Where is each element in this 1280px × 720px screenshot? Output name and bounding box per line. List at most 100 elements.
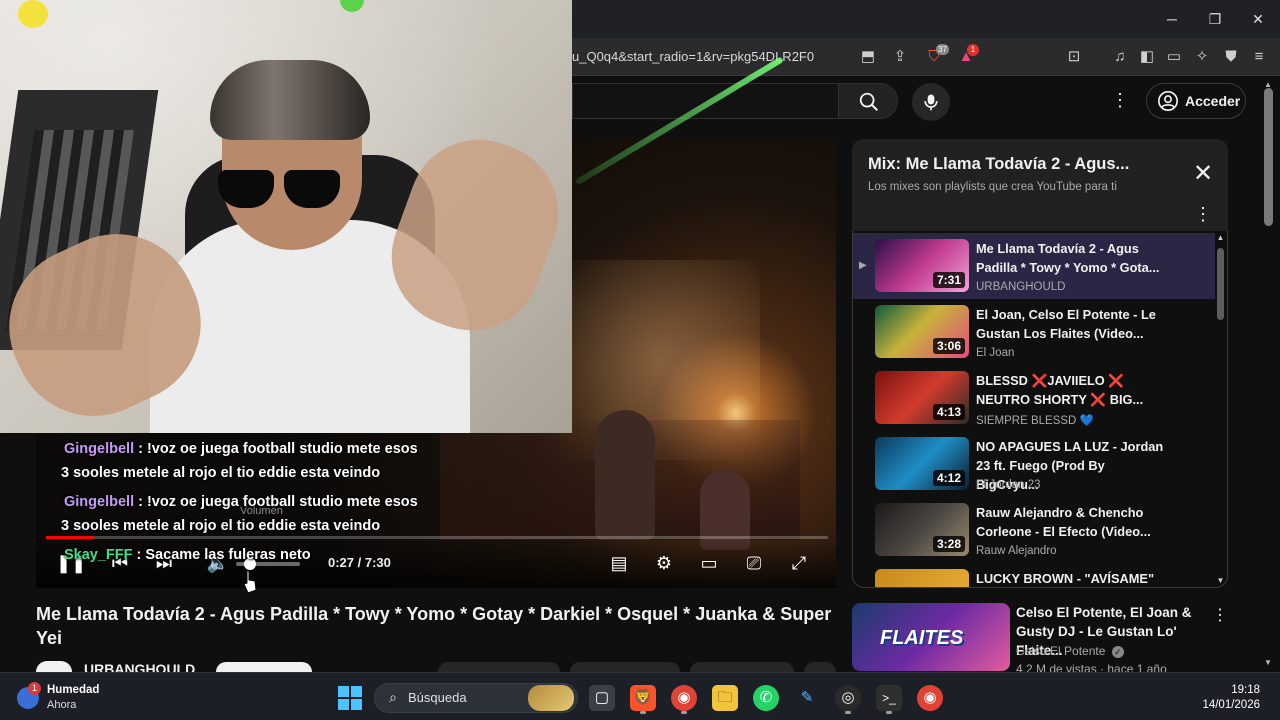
chrome-profile-icon[interactable]: ◉ bbox=[671, 685, 697, 711]
hand-cursor-icon bbox=[243, 570, 257, 594]
scroll-up-arrow-icon[interactable]: ▲ bbox=[1216, 233, 1225, 243]
search-button[interactable] bbox=[838, 83, 898, 119]
progress-bar[interactable] bbox=[46, 536, 828, 539]
playlist-item-title: LUCKY BROWN - "AVÍSAME" bbox=[976, 571, 1155, 586]
page-scrollbar-thumb[interactable] bbox=[1264, 88, 1273, 226]
chat-message-continuation: 3 sooles metele al rojo el tio eddie est… bbox=[61, 518, 381, 534]
close-window-button[interactable]: ✕ bbox=[1246, 9, 1270, 29]
time-display: 0:27 / 7:30 bbox=[328, 555, 391, 570]
chrome-icon[interactable]: ◉ bbox=[917, 685, 943, 711]
windows-logo-tile bbox=[338, 699, 349, 710]
playlist-item[interactable]: 3:28 Rauw Alejandro & Chencho Corleone -… bbox=[853, 497, 1215, 563]
obs-icon[interactable]: ◎ bbox=[835, 685, 861, 711]
settings-more-icon[interactable]: ⋮ bbox=[1110, 90, 1130, 112]
taskbar-search-placeholder: Búsqueda bbox=[408, 690, 467, 705]
sunglasses-lens bbox=[284, 170, 340, 208]
clock-time[interactable]: 19:18 bbox=[1190, 684, 1260, 696]
pen-icon[interactable]: ✎ bbox=[794, 685, 820, 711]
signin-button[interactable]: Acceder bbox=[1146, 83, 1246, 119]
playlist-more-icon[interactable]: ⋮ bbox=[1193, 202, 1213, 226]
wallet-icon[interactable]: ▭ bbox=[1164, 47, 1184, 67]
chat-message: Gingelbell : !voz oe juega football stud… bbox=[64, 494, 418, 510]
windows-logo-tile bbox=[351, 699, 362, 710]
file-explorer-icon[interactable]: 🗀 bbox=[712, 685, 738, 711]
playlist-thumbnail: 3:28 bbox=[875, 503, 969, 556]
sidebar-icon[interactable]: ◧ bbox=[1137, 47, 1157, 67]
playlist-item[interactable]: 4:13 BLESSD ❌JAVIIELO ❌ NEUTRO SHORTY ❌ … bbox=[853, 365, 1215, 431]
vpn-icon[interactable]: ⛊ bbox=[1221, 47, 1241, 67]
share-button[interactable] bbox=[570, 662, 680, 672]
brave-icon[interactable]: 🦁 bbox=[630, 685, 656, 711]
weather-subtitle: Ahora bbox=[47, 699, 77, 711]
duration-badge: 7:31 bbox=[932, 272, 965, 288]
fullscreen-button[interactable]: ⤢ bbox=[787, 551, 811, 575]
account-icon bbox=[1158, 91, 1178, 111]
thumbnail-text: FLAITES bbox=[880, 627, 964, 649]
voice-search-button[interactable] bbox=[912, 83, 950, 121]
recommendation-channel-name: Celso El Potente bbox=[1016, 644, 1106, 658]
playlist-item[interactable]: ▶ 7:31 Me Llama Todavía 2 - Agus Padilla… bbox=[853, 233, 1215, 299]
duration-badge: 3:06 bbox=[932, 338, 965, 354]
whatsapp-icon[interactable]: ✆ bbox=[753, 685, 779, 711]
install-app-icon[interactable]: ⬒ bbox=[858, 47, 878, 67]
duration-badge: 3:28 bbox=[932, 536, 965, 552]
task-view-icon[interactable]: ▢ bbox=[589, 685, 615, 711]
playlist-thumbnail: 7:31 bbox=[875, 239, 969, 292]
close-icon[interactable]: ✕ bbox=[1190, 161, 1216, 187]
webcam-overlay bbox=[0, 0, 572, 433]
playlist-item-title: Rauw Alejandro & Chencho Corleone - El E… bbox=[976, 505, 1151, 539]
clock-date[interactable]: 14/01/2026 bbox=[1190, 699, 1260, 711]
playlist-item-channel: URBANGHOULD bbox=[976, 281, 1066, 293]
playlist-thumbnail bbox=[875, 569, 969, 587]
subtitles-button[interactable]: ▤ bbox=[607, 551, 631, 575]
scroll-down-arrow-icon[interactable]: ▼ bbox=[1263, 658, 1273, 668]
weather-title[interactable]: Humedad bbox=[47, 684, 99, 696]
chat-message-continuation: 3 sooles metele al rojo el tio eddie est… bbox=[61, 465, 381, 481]
channel-avatar[interactable] bbox=[36, 661, 72, 672]
playlist-item[interactable]: 3:06 El Joan, Celso El Potente - Le Gust… bbox=[853, 299, 1215, 365]
recommendation-more-icon[interactable]: ⋮ bbox=[1211, 605, 1229, 625]
rewards-badge: 1 bbox=[967, 44, 979, 56]
playlist-item-channel: El Joan bbox=[976, 347, 1015, 359]
channel-name[interactable]: URBANGHOULD bbox=[84, 661, 195, 672]
playlist-item[interactable]: LUCKY BROWN - "AVÍSAME" bbox=[853, 563, 1215, 587]
scroll-down-arrow-icon[interactable]: ▼ bbox=[1216, 576, 1225, 586]
cast-button[interactable]: ⎚ bbox=[742, 551, 766, 575]
media-icon[interactable]: ♫ bbox=[1110, 47, 1130, 67]
playlist-item-channel: SIEMPRE BLESSD 💙 bbox=[976, 415, 1094, 427]
leo-ai-icon[interactable]: ✧ bbox=[1192, 47, 1212, 67]
settings-gear-icon[interactable]: ⚙ bbox=[652, 551, 676, 575]
playlist-thumbnail: 4:12 bbox=[875, 437, 969, 490]
like-button[interactable] bbox=[438, 662, 560, 672]
recommendation-thumbnail[interactable]: FLAITES bbox=[852, 603, 1010, 671]
terminal-icon[interactable]: >_ bbox=[876, 685, 902, 711]
maximize-button[interactable]: ❐ bbox=[1203, 9, 1227, 29]
shields-count-badge: 37 bbox=[936, 44, 949, 55]
playlist-item[interactable]: 4:12 NO APAGUES LA LUZ - Jordan 23 ft. F… bbox=[853, 431, 1215, 497]
microphone-icon bbox=[924, 94, 938, 111]
playlist-title[interactable]: Mix: Me Llama Todavía 2 - Agus... bbox=[868, 155, 1129, 174]
chat-username: Gingelbell bbox=[64, 494, 135, 510]
menu-icon[interactable]: ≡ bbox=[1249, 47, 1269, 67]
more-actions-button[interactable] bbox=[804, 662, 836, 672]
windows-logo-tile bbox=[351, 686, 362, 697]
playlist-thumbnail: 4:13 bbox=[875, 371, 969, 424]
share-icon[interactable]: ⇪ bbox=[890, 47, 910, 67]
playlist-item-title: El Joan, Celso El Potente - Le Gustan Lo… bbox=[976, 307, 1156, 341]
recommendation-channel[interactable]: Celso El Potente ✓ bbox=[1016, 644, 1124, 658]
download-button[interactable] bbox=[690, 662, 794, 672]
theater-mode-button[interactable]: ▭ bbox=[697, 551, 721, 575]
chat-text: : !voz oe juega football studio mete eso… bbox=[138, 494, 418, 510]
running-indicator bbox=[845, 711, 851, 714]
yellow-balloon bbox=[18, 0, 48, 28]
now-playing-icon: ▶ bbox=[859, 260, 867, 271]
start-button[interactable] bbox=[338, 686, 362, 710]
reader-mode-icon[interactable]: ⊡ bbox=[1064, 47, 1084, 67]
video-title: Me Llama Todavía 2 - Agus Padilla * Towy… bbox=[36, 604, 832, 648]
search-icon: ⌕ bbox=[389, 689, 397, 705]
minimize-button[interactable]: ─ bbox=[1160, 9, 1184, 29]
playlist-scrollbar-thumb[interactable] bbox=[1217, 248, 1224, 320]
signin-label: Acceder bbox=[1185, 93, 1241, 109]
subscribe-button[interactable] bbox=[216, 662, 312, 672]
verified-icon: ✓ bbox=[1111, 646, 1124, 658]
